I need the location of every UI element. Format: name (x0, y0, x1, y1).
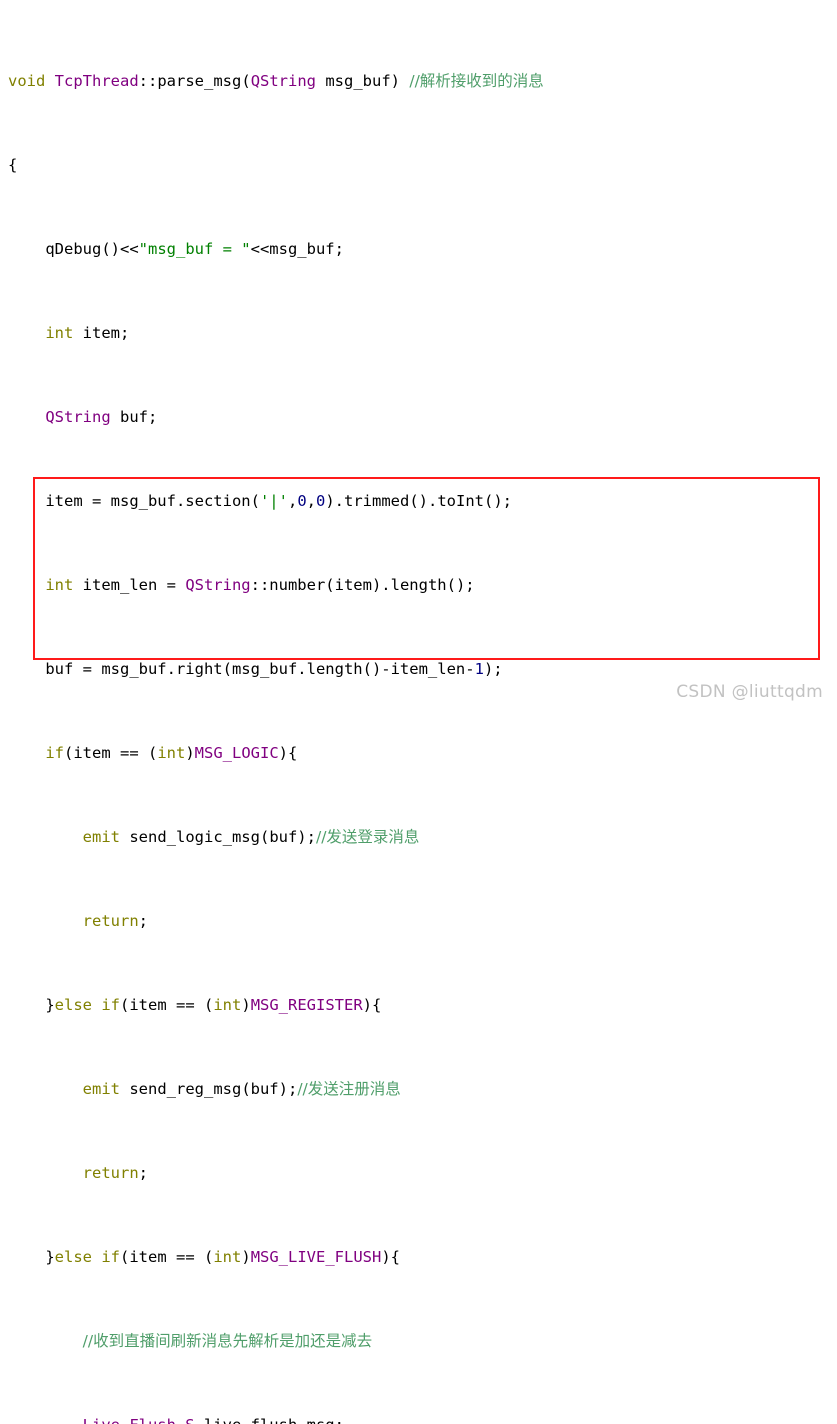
code-line-14: return; (82, 1164, 148, 1182)
keyword-int: int (157, 744, 186, 762)
keyword-emit: emit (82, 828, 120, 846)
code-line-7: int item_len = QString::number(item).len… (45, 576, 475, 594)
number-zero: 0 (316, 492, 326, 510)
keyword-int: int (45, 576, 74, 594)
keyword-int: int (213, 996, 242, 1014)
code-line-2: { (8, 156, 18, 174)
signal-send-logic-msg: send_logic_msg (129, 828, 260, 846)
keyword-emit: emit (82, 1080, 120, 1098)
type-qstring: QString (185, 576, 251, 594)
comment-parse-msg: //解析接收到的消息 (409, 72, 544, 90)
enum-msg-register: MSG_REGISTER (250, 996, 363, 1014)
char-literal-pipe: '|' (259, 492, 288, 510)
code-line-6: item = msg_buf.section('|',0,0).trimmed(… (8, 492, 512, 510)
scope-operator: :: (138, 72, 158, 90)
code-line-8: buf = msg_buf.right(msg_buf.length()-ite… (8, 660, 503, 678)
code-line-4: int item; (45, 324, 130, 342)
keyword-if: if (45, 744, 64, 762)
code-line-12: }else if(item == (int)MSG_REGISTER){ (8, 996, 382, 1014)
function-name-parse-msg: parse_msg (157, 72, 242, 90)
csdn-watermark: CSDN @liuttqdm (676, 682, 823, 702)
code-line-9: if(item == (int)MSG_LOGIC){ (45, 744, 298, 762)
keyword-int: int (45, 324, 74, 342)
number-one: 1 (474, 660, 484, 678)
keyword-else: else (54, 996, 92, 1014)
code-line-17: Live_Flush_S live_flush_msg; (8, 1415, 717, 1424)
code-line-11: return; (82, 912, 148, 930)
code-line-5: QString buf; (45, 408, 158, 426)
keyword-void: void (8, 72, 46, 90)
type-qstring: QString (250, 72, 317, 90)
keyword-int: int (213, 1248, 242, 1266)
code-editor[interactable]: void TcpThread::parse_msg(QString msg_bu… (0, 0, 837, 1424)
comment-send-login: //发送登录消息 (315, 828, 420, 846)
comment-send-register: //发送注册消息 (297, 1080, 401, 1098)
code-line-13: emit send_reg_msg(buf);//发送注册消息 (82, 1080, 401, 1098)
class-name-tcpthread: TcpThread (54, 72, 139, 90)
code-line-10: emit send_logic_msg(buf);//发送登录消息 (82, 828, 420, 846)
keyword-if: if (101, 996, 121, 1014)
keyword-else: else (54, 1248, 92, 1266)
keyword-return: return (82, 1164, 139, 1182)
type-qstring: QString (45, 408, 111, 426)
code-line-3: qDebug()<<"msg_buf = "<<msg_buf; (8, 240, 344, 258)
code-line-1: void TcpThread::parse_msg(QString msg_bu… (8, 72, 544, 90)
enum-msg-live-flush: MSG_LIVE_FLUSH (250, 1248, 382, 1266)
number-zero: 0 (297, 492, 307, 510)
comment-live-flush: //收到直播间刷新消息先解析是加还是减去 (82, 1332, 373, 1350)
keyword-return: return (82, 912, 139, 930)
type-live-flush-s: Live_Flush_S (83, 1416, 195, 1424)
keyword-if: if (101, 1248, 121, 1266)
code-line-15: }else if(item == (int)MSG_LIVE_FLUSH){ (8, 1248, 401, 1266)
source-code[interactable]: void TcpThread::parse_msg(QString msg_bu… (8, 8, 717, 1424)
string-msg-buf-label: "msg_buf = " (138, 240, 251, 258)
signal-send-reg-msg: send_reg_msg (129, 1080, 242, 1098)
code-line-16: //收到直播间刷新消息先解析是加还是减去 (8, 1331, 717, 1352)
enum-msg-logic: MSG_LOGIC (194, 744, 279, 762)
